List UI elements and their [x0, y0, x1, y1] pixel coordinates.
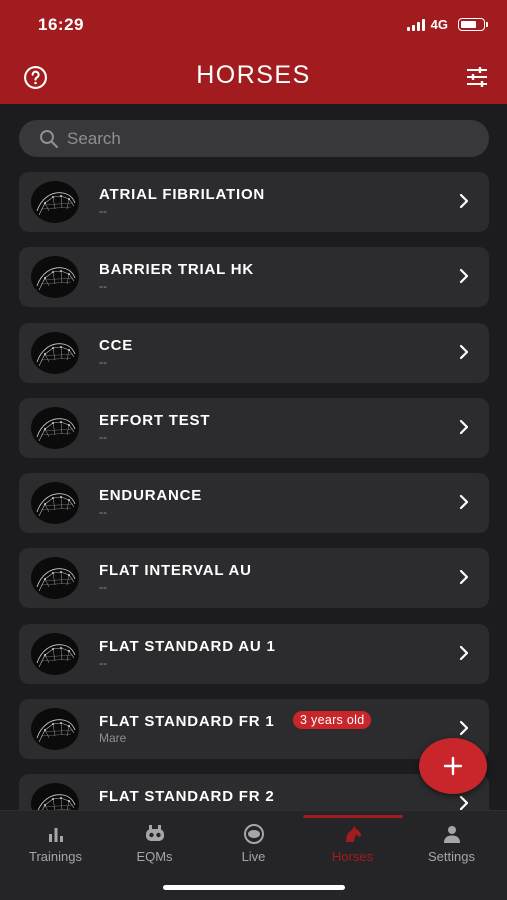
chevron-right-icon: [459, 344, 469, 359]
chevron-right-icon: [459, 796, 469, 810]
search-input[interactable]: [67, 128, 447, 149]
horse-subtitle: --: [99, 580, 107, 595]
tab-label: Horses: [331, 849, 374, 864]
horses-screen: 16:29 4G HORSES Search ATRIAL FIBRILATIO…: [0, 0, 507, 900]
horse-avatar-icon: [36, 192, 76, 216]
chevron-right-icon: [459, 419, 469, 434]
horse-avatar: [31, 331, 79, 374]
chevron-right-icon: [459, 495, 469, 510]
chevron-right-icon: [459, 570, 469, 585]
horse-avatar-icon: [36, 719, 76, 743]
horse-avatar-icon: [37, 794, 76, 810]
horse-name: CCE: [99, 336, 134, 354]
search-icon: [40, 129, 59, 148]
age-badge: 3 years old: [293, 711, 372, 730]
tab-label: EQMs: [136, 849, 173, 864]
horse-avatar: [31, 557, 79, 600]
chevron-right-icon: [459, 645, 469, 660]
horse-name: ATRIAL FIBRILATION: [99, 186, 266, 203]
horse-list-item[interactable]: FLAT INTERVAL AU --: [19, 548, 489, 609]
battery-icon: [458, 18, 488, 31]
horse-subtitle: --: [99, 204, 107, 218]
horse-name: BARRIER TRIAL HK: [99, 261, 255, 279]
horse-list-item[interactable]: CCE --: [19, 322, 489, 383]
horse-list-item[interactable]: EFFORT TEST --: [19, 397, 489, 458]
horse-avatar: [31, 632, 79, 675]
horse-subtitle: --: [99, 354, 107, 369]
tab-live[interactable]: Live: [203, 811, 304, 871]
title-row: HORSES: [0, 56, 507, 100]
horse-subtitle: Mare: [99, 731, 127, 746]
status-indicators: 4G: [406, 17, 488, 32]
horse-name: FLAT INTERVAL AU: [99, 562, 252, 580]
tab-label: Live: [241, 849, 266, 864]
horse-avatar-icon: [36, 342, 76, 366]
horse-subtitle: --: [99, 429, 107, 444]
horse-avatar: [31, 181, 79, 223]
search-bar[interactable]: [19, 120, 489, 157]
status-time: 16:29: [38, 15, 84, 34]
tab-horses[interactable]: Horses: [302, 811, 403, 871]
eye-icon: [243, 824, 264, 844]
tab-label: Trainings: [29, 849, 82, 864]
horse-list-item[interactable]: BARRIER TRIAL HK --: [19, 247, 489, 308]
person-icon: [443, 826, 460, 843]
status-bar: 16:29 4G: [0, 0, 507, 50]
app-header: 16:29 4G HORSES: [0, 0, 507, 104]
tab-settings[interactable]: Settings: [401, 811, 502, 871]
chevron-right-icon: [459, 269, 469, 284]
horse-name: FLAT STANDARD FR 2: [99, 788, 275, 806]
horse-subtitle: --: [99, 279, 107, 294]
horse-avatar-icon: [36, 267, 76, 291]
horse-name: FLAT STANDARD FR 1: [99, 713, 275, 731]
horse-name: FLAT STANDARD AU 1: [99, 637, 276, 655]
horse-name: EFFORT TEST: [99, 411, 211, 429]
horse-list-item[interactable]: ATRIAL FIBRILATION --: [19, 172, 489, 232]
horse-avatar-icon: [36, 568, 76, 592]
horse-avatar: [31, 783, 79, 810]
home-indicator: [163, 885, 345, 890]
horse-avatar: [31, 406, 79, 449]
device-icon: [145, 825, 164, 841]
chevron-right-icon: [459, 720, 469, 736]
horse-icon: [345, 826, 361, 842]
horse-avatar-icon: [36, 418, 76, 442]
horse-subtitle: --: [99, 505, 107, 520]
chevron-right-icon: [459, 193, 469, 209]
horse-avatar: [31, 482, 79, 525]
horse-list-item[interactable]: FLAT STANDARD AU 1 --: [19, 623, 489, 684]
horse-avatar-icon: [36, 644, 76, 667]
filter-icon[interactable]: [465, 66, 489, 88]
network-type: 4G: [430, 17, 448, 32]
tab-trainings[interactable]: Trainings: [5, 811, 106, 871]
plus-icon: [443, 756, 463, 776]
horse-name: ENDURANCE: [99, 487, 203, 505]
page-title: HORSES: [196, 61, 311, 89]
horse-avatar: [31, 256, 79, 299]
horse-list: ATRIAL FIBRILATION -- BARRIER TRIAL HK -- CC…: [19, 172, 489, 810]
tab-label: Settings: [428, 849, 475, 864]
horse-avatar: [31, 708, 79, 751]
horse-list-item[interactable]: FLAT STANDARD FR 1 Mare 3 years old: [19, 699, 489, 760]
horse-list-item[interactable]: FLAT STANDARD FR 2: [19, 774, 489, 810]
bar-chart-icon: [48, 828, 63, 842]
horse-avatar-icon: [36, 493, 76, 517]
tab-eqms[interactable]: EQMs: [104, 811, 205, 871]
horse-subtitle: --: [99, 655, 107, 670]
signal-icon: [406, 18, 425, 31]
add-horse-button[interactable]: [419, 738, 487, 794]
horse-list-item[interactable]: ENDURANCE --: [19, 473, 489, 534]
